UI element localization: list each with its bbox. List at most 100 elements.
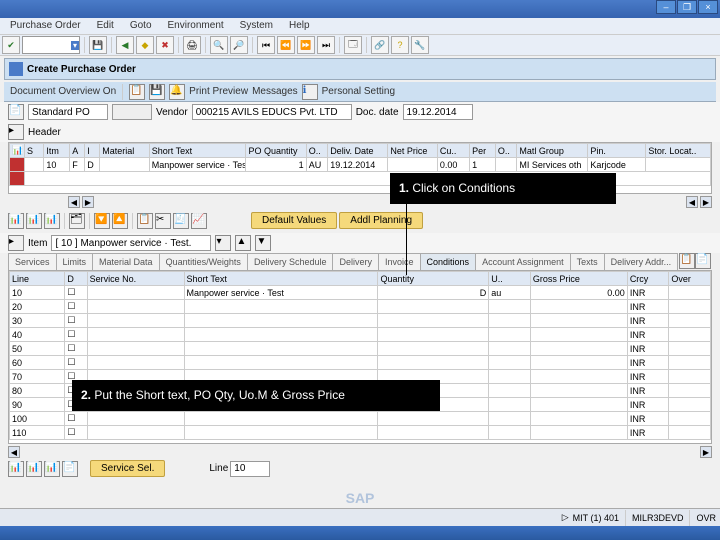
- prev-page-icon[interactable]: ⏪: [277, 36, 295, 54]
- service-row[interactable]: 100☐INR: [10, 412, 711, 426]
- scroll-left-icon[interactable]: ◀: [68, 196, 80, 208]
- item-up-icon[interactable]: ▲: [235, 235, 251, 251]
- menu-environment[interactable]: Environment: [160, 18, 232, 34]
- order-type-icon[interactable]: 📄: [8, 104, 24, 120]
- table-ico-4[interactable]: 🗂: [69, 213, 85, 229]
- tabs-more-icon[interactable]: 📋: [679, 253, 695, 269]
- order-type-dd[interactable]: [112, 104, 152, 120]
- vendor-field[interactable]: 000215 AVILS EDUCS Pvt. LTD: [192, 104, 352, 120]
- expand-header-icon[interactable]: ▸: [8, 124, 24, 140]
- find-icon[interactable]: 🔍: [210, 36, 228, 54]
- table-ico-1[interactable]: 📊: [8, 213, 24, 229]
- cell-per[interactable]: 1: [470, 158, 496, 172]
- tab-qty-weights[interactable]: Quantities/Weights: [159, 253, 248, 270]
- default-values-button[interactable]: Default Values: [251, 212, 337, 229]
- filter-icon[interactable]: 🔽: [94, 213, 110, 229]
- cell-itm[interactable]: 10: [44, 158, 70, 172]
- close-button[interactable]: ×: [698, 0, 718, 14]
- menu-goto[interactable]: Goto: [122, 18, 160, 34]
- svc-ico-4[interactable]: 📄: [62, 461, 78, 477]
- copy-icon[interactable]: 📋: [137, 213, 153, 229]
- tab-delivery[interactable]: Delivery: [332, 253, 379, 270]
- tab-conditions[interactable]: Conditions: [420, 253, 477, 270]
- svc-scroll-right-icon[interactable]: ▶: [700, 446, 712, 458]
- svc-scroll-left-icon[interactable]: ◀: [8, 446, 20, 458]
- cancel-icon[interactable]: ✖: [156, 36, 174, 54]
- cell-i[interactable]: D: [85, 158, 100, 172]
- order-type-field[interactable]: Standard PO: [28, 104, 108, 120]
- scroll-right-icon[interactable]: ▶: [82, 196, 94, 208]
- create-session-icon[interactable]: 🗔: [344, 36, 362, 54]
- messages-button[interactable]: Messages: [252, 86, 298, 97]
- tab-texts[interactable]: Texts: [570, 253, 605, 270]
- service-row[interactable]: 110☐INR: [10, 426, 711, 440]
- scroll-left2-icon[interactable]: ◀: [686, 196, 698, 208]
- cell-cper[interactable]: 0.00: [437, 158, 469, 172]
- svc-ico-1[interactable]: 📊: [8, 461, 24, 477]
- service-row[interactable]: 60☐INR: [10, 356, 711, 370]
- service-row[interactable]: 20☐INR: [10, 300, 711, 314]
- table-ico-2[interactable]: 📊: [26, 213, 42, 229]
- check-icon[interactable]: 🔔: [169, 84, 185, 100]
- cell-matlgrp[interactable]: MI Services oth: [517, 158, 588, 172]
- header-expand-label[interactable]: Header: [28, 127, 61, 138]
- item-row-1[interactable]: 10 F D Manpower service · Test 1 AU 19.1…: [10, 158, 711, 172]
- item-select-field[interactable]: [ 10 ] Manpower service · Test.: [51, 235, 211, 251]
- tab-services[interactable]: Services: [8, 253, 57, 270]
- menu-system[interactable]: System: [232, 18, 281, 34]
- shortcut-icon[interactable]: 🔗: [371, 36, 389, 54]
- table-ico-3[interactable]: 📊: [44, 213, 60, 229]
- tabs-close-icon[interactable]: 📄: [695, 253, 711, 269]
- cell-short[interactable]: Manpower service · Test: [149, 158, 246, 172]
- svc-ico-2[interactable]: 📊: [26, 461, 42, 477]
- addl-planning-button[interactable]: Addl Planning: [339, 212, 423, 229]
- print-preview-button[interactable]: Print Preview: [189, 86, 248, 97]
- service-row[interactable]: 10☐Manpower service · TestDau0.00INR: [10, 286, 711, 300]
- item-expand-icon[interactable]: ▸: [8, 235, 24, 251]
- minimize-button[interactable]: –: [656, 0, 676, 14]
- service-row[interactable]: 50☐INR: [10, 342, 711, 356]
- sort-icon[interactable]: 🔼: [112, 213, 128, 229]
- service-sel-button[interactable]: Service Sel.: [90, 460, 165, 477]
- back-arrow-icon[interactable]: ◀: [116, 36, 134, 54]
- tab-acct-assign[interactable]: Account Assignment: [475, 253, 571, 270]
- maximize-button[interactable]: ❐: [677, 0, 697, 14]
- back-icon[interactable]: ✔: [2, 36, 20, 54]
- exit-icon[interactable]: ◆: [136, 36, 154, 54]
- customize-icon[interactable]: 🔧: [411, 36, 429, 54]
- status-triangle-icon[interactable]: ▷: [562, 512, 569, 523]
- menu-purchase-order[interactable]: Purchase Order: [2, 18, 89, 34]
- personal-setting-button[interactable]: Personal Setting: [322, 86, 395, 97]
- doc-overview-button[interactable]: Document Overview On: [10, 86, 116, 97]
- info-icon[interactable]: ℹ: [302, 84, 318, 100]
- menu-edit[interactable]: Edit: [89, 18, 122, 34]
- doc-icon[interactable]: 📋: [129, 84, 145, 100]
- doc-date-field[interactable]: 19.12.2014: [403, 104, 473, 120]
- tab-material-data[interactable]: Material Data: [92, 253, 160, 270]
- print-icon[interactable]: 🖨: [183, 36, 201, 54]
- cell-date[interactable]: 19.12.2014: [328, 158, 388, 172]
- save-icon[interactable]: 💾: [89, 36, 107, 54]
- command-field[interactable]: [22, 36, 80, 54]
- cell-pln[interactable]: Karjcode: [588, 158, 646, 172]
- cut-icon[interactable]: ✂: [155, 213, 171, 229]
- svc-ico-3[interactable]: 📊: [44, 461, 60, 477]
- cell-uom[interactable]: AU: [306, 158, 328, 172]
- line-field[interactable]: 10: [230, 461, 270, 477]
- scroll-right2-icon[interactable]: ▶: [700, 196, 712, 208]
- tab-limits[interactable]: Limits: [56, 253, 94, 270]
- service-row[interactable]: 30☐INR: [10, 314, 711, 328]
- tab-deliv-sched[interactable]: Delivery Schedule: [247, 253, 334, 270]
- first-page-icon[interactable]: ⏮: [257, 36, 275, 54]
- tab-invoice[interactable]: Invoice: [378, 253, 421, 270]
- hold-icon[interactable]: 💾: [149, 84, 165, 100]
- cell-qty[interactable]: 1: [246, 158, 306, 172]
- tab-deliv-addr[interactable]: Delivery Addr...: [604, 253, 679, 270]
- config-icon[interactable]: 🧾: [173, 213, 189, 229]
- item-dropdown-icon[interactable]: ▾: [215, 235, 231, 251]
- item-down-icon[interactable]: ▼: [255, 235, 271, 251]
- next-page-icon[interactable]: ⏩: [297, 36, 315, 54]
- last-page-icon[interactable]: ⏭: [317, 36, 335, 54]
- cell-a[interactable]: F: [70, 158, 85, 172]
- find-next-icon[interactable]: 🔎: [230, 36, 248, 54]
